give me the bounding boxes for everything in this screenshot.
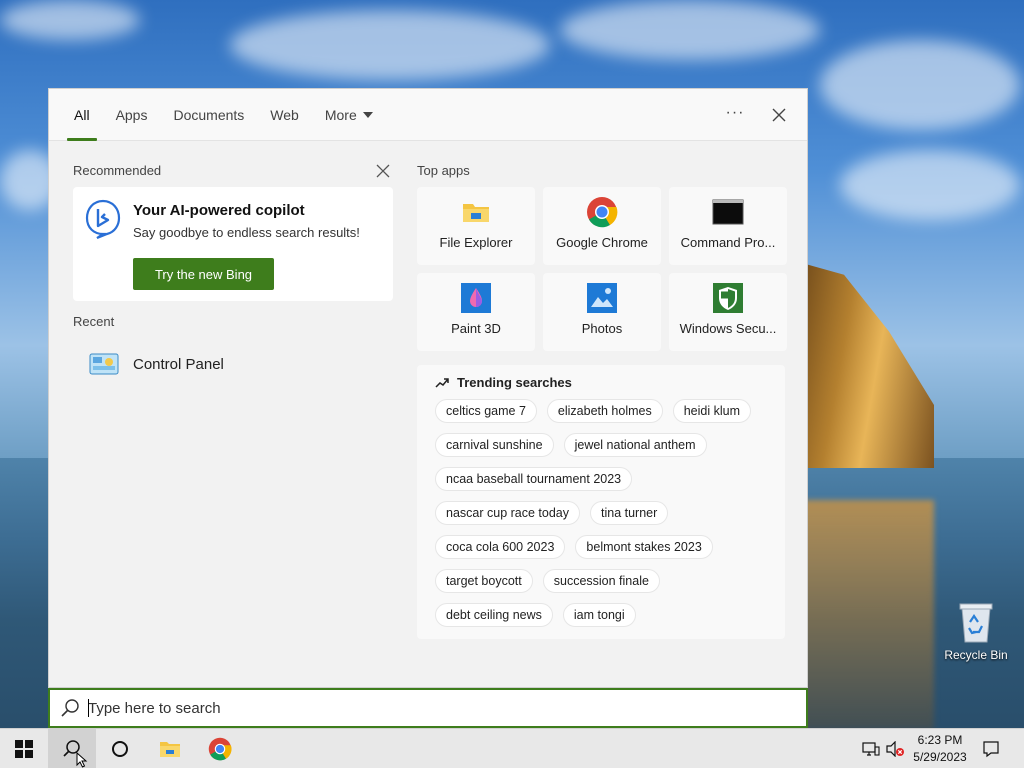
trending-chip[interactable]: celtics game 7 (435, 399, 537, 423)
mouse-cursor-icon (76, 752, 88, 768)
recycle-bin-icon (956, 600, 996, 644)
taskbar-file-explorer[interactable] (146, 729, 194, 768)
trending-chip[interactable]: jewel national anthem (563, 433, 707, 457)
start-button[interactable] (0, 729, 48, 768)
trending-chip[interactable]: iam tongi (562, 603, 636, 627)
network-icon (862, 742, 880, 756)
app-label: Windows Secu... (679, 321, 777, 336)
trending-chip[interactable]: ncaa baseball tournament 2023 (435, 467, 633, 491)
trending-title: Trending searches (457, 375, 572, 390)
trending-chip[interactable]: debt ceiling news (435, 603, 553, 627)
clock-time: 6:23 PM (917, 733, 963, 747)
recent-item-label: Control Panel (133, 355, 224, 373)
clock-date: 5/29/2023 (913, 750, 967, 764)
recycle-bin-label: Recycle Bin (944, 648, 1008, 662)
tab-web[interactable]: Web (257, 89, 312, 141)
tab-documents[interactable]: Documents (160, 89, 257, 141)
bing-card-title: Your AI-powered copilot (133, 202, 305, 219)
trending-searches-card: Trending searches celtics game 7 elizabe… (417, 365, 785, 639)
taskbar: 6:23 PM 5/29/2023 (0, 728, 1024, 768)
app-tile-paint-3d[interactable]: Paint 3D (417, 273, 535, 351)
app-tile-command-prompt[interactable]: Command Pro... (669, 187, 787, 265)
trending-chip[interactable]: heidi klum (672, 399, 751, 423)
trending-header: Trending searches (435, 375, 572, 390)
chrome-icon (208, 737, 232, 761)
photos-icon (587, 283, 617, 313)
more-options-button[interactable]: ··· (721, 101, 749, 129)
cortana-button[interactable] (96, 729, 144, 768)
search-tabs: All Apps Documents Web More (61, 89, 386, 141)
app-tile-photos[interactable]: Photos (543, 273, 661, 351)
trending-chip[interactable]: coca cola 600 2023 (435, 535, 566, 559)
action-center-button[interactable] (980, 729, 1002, 768)
search-input[interactable] (88, 693, 768, 723)
chrome-icon (587, 197, 618, 228)
taskbar-clock[interactable]: 6:23 PM 5/29/2023 (906, 732, 974, 766)
trending-chips: celtics game 7 elizabeth holmes heidi kl… (435, 399, 751, 637)
try-new-bing-button[interactable]: Try the new Bing (133, 258, 274, 290)
bing-logo-icon (85, 199, 121, 240)
close-icon (772, 108, 786, 122)
file-explorer-icon (463, 204, 489, 222)
file-explorer-icon (160, 742, 180, 757)
app-label: File Explorer (439, 235, 513, 250)
app-tile-windows-security[interactable]: Windows Secu... (669, 273, 787, 351)
tab-apps[interactable]: Apps (103, 89, 161, 141)
trending-chip[interactable]: target boycott (435, 569, 533, 593)
notification-icon (983, 741, 999, 758)
top-apps-grid: File Explorer Google Chrome Command Pro.… (417, 187, 787, 351)
app-tile-google-chrome[interactable]: Google Chrome (543, 187, 661, 265)
search-panel-header: All Apps Documents Web More ··· (49, 89, 807, 141)
app-label: Command Pro... (680, 235, 776, 250)
trending-chip[interactable]: tina turner (590, 501, 669, 525)
text-cursor (88, 699, 89, 717)
paint-3d-icon (461, 283, 491, 313)
recent-item-control-panel[interactable]: Control Panel (89, 353, 224, 375)
trending-chip[interactable]: nascar cup race today (435, 501, 580, 525)
app-label: Paint 3D (451, 321, 501, 336)
tab-all[interactable]: All (61, 89, 103, 141)
bing-promo-card: Your AI-powered copilot Say goodbye to e… (73, 187, 393, 301)
search-icon (61, 699, 79, 717)
bing-card-subtitle: Say goodbye to endless search results! (133, 225, 360, 240)
control-panel-icon (89, 353, 119, 375)
app-tile-file-explorer[interactable]: File Explorer (417, 187, 535, 265)
trending-chip[interactable]: elizabeth holmes (546, 399, 663, 423)
windows-security-icon (713, 283, 743, 313)
chevron-down-icon (362, 112, 373, 118)
recommended-title: Recommended (73, 163, 162, 178)
top-apps-title: Top apps (417, 163, 470, 178)
network-tray-button[interactable] (860, 729, 882, 768)
trending-up-icon (435, 377, 449, 388)
recycle-bin[interactable]: Recycle Bin (940, 600, 1012, 662)
command-prompt-icon (712, 199, 744, 225)
trending-chip[interactable]: belmont stakes 2023 (575, 535, 713, 559)
recent-title: Recent (73, 314, 115, 329)
close-icon (376, 164, 390, 178)
volume-muted-icon (886, 741, 904, 757)
app-label: Google Chrome (556, 235, 648, 250)
cortana-icon (112, 741, 128, 757)
close-button[interactable] (765, 101, 793, 129)
volume-tray-button[interactable] (884, 729, 906, 768)
trending-chip[interactable]: succession finale (542, 569, 660, 593)
trending-chip[interactable]: carnival sunshine (435, 433, 554, 457)
taskbar-chrome[interactable] (196, 729, 244, 768)
app-label: Photos (581, 321, 623, 336)
search-box (48, 688, 808, 728)
dismiss-recommended-button[interactable] (375, 163, 391, 179)
search-panel: All Apps Documents Web More ··· Recommen… (48, 88, 808, 688)
tab-more[interactable]: More (312, 89, 386, 141)
windows-logo-icon (15, 740, 33, 758)
